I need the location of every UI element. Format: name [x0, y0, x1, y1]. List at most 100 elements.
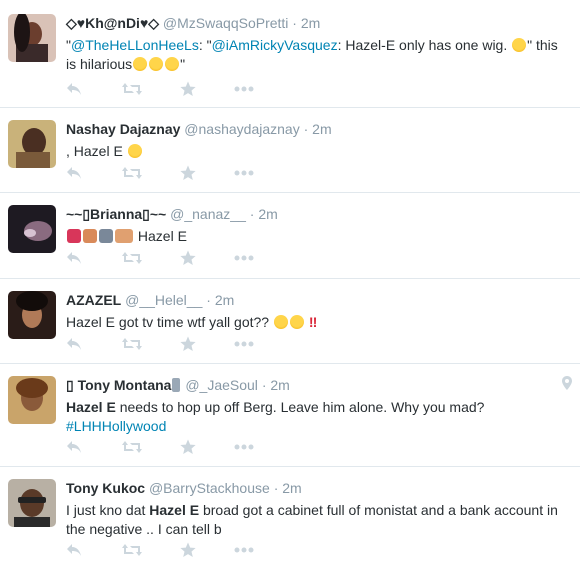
favorite-icon[interactable] [180, 335, 202, 353]
point-emoji-icon [115, 229, 133, 243]
face-emoji-icon [99, 229, 113, 243]
timestamp[interactable]: 2m [270, 377, 289, 393]
tweet[interactable]: ◇♥Kh@nDi♥◇ @MzSwaqqSoPretti · 2m " @TheHe… [0, 0, 580, 108]
avatar[interactable] [8, 479, 56, 527]
favorite-icon[interactable] [180, 541, 202, 559]
lips-emoji-icon [67, 229, 81, 243]
hashtag-link[interactable]: #LHHHollywood [66, 418, 166, 434]
separator: · [292, 15, 297, 31]
text-fragment: Hazel E got tv time wtf yall got?? [66, 314, 273, 330]
avatar[interactable] [8, 14, 56, 62]
more-icon[interactable] [234, 438, 256, 456]
avatar[interactable] [8, 376, 56, 424]
tweet[interactable]: Nashay Dajaznay @nashaydajaznay · 2m , H… [0, 108, 580, 193]
tweet-header: ~~▯Brianna▯~~ @_nanaz__ · 2m [66, 205, 570, 223]
display-name[interactable]: ▯ Tony Montana [66, 377, 171, 393]
text-fragment: I just kno dat [66, 502, 150, 518]
tweet[interactable]: AZAZEL @__Helel__ · 2m Hazel E got tv ti… [0, 279, 580, 364]
retweet-icon[interactable] [122, 541, 144, 559]
timestamp[interactable]: 2m [301, 15, 320, 31]
favorite-icon[interactable] [180, 249, 202, 267]
favorite-icon[interactable] [180, 80, 202, 98]
retweet-icon[interactable] [122, 335, 144, 353]
favorite-icon[interactable] [180, 164, 202, 182]
tweet-text: Hazel E got tv time wtf yall got?? ‼ [66, 313, 570, 332]
retweet-icon[interactable] [122, 164, 144, 182]
username[interactable]: @MzSwaqqSoPretti [163, 15, 288, 31]
timestamp[interactable]: 2m [282, 480, 301, 496]
grin-emoji-icon [127, 144, 142, 158]
reply-icon[interactable] [66, 438, 88, 456]
double-exclamation-icon: ‼ [308, 314, 318, 330]
tweet-text: , Hazel E [66, 142, 570, 161]
display-name[interactable]: AZAZEL [66, 292, 121, 308]
more-icon[interactable] [234, 249, 256, 267]
tweet[interactable]: ▯ Tony Montana @_JaeSoul · 2m Hazel E ne… [0, 364, 580, 467]
avatar[interactable] [8, 120, 56, 168]
smirk-emoji-icon [512, 38, 527, 52]
separator: · [249, 206, 255, 222]
avatar[interactable] [8, 205, 56, 253]
display-name[interactable]: Tony Kukoc [66, 480, 145, 496]
reply-icon[interactable] [66, 541, 88, 559]
reply-icon[interactable] [66, 80, 88, 98]
mention-link[interactable]: @TheHeLLonHeeLs [71, 37, 199, 53]
retweet-icon[interactable] [122, 438, 144, 456]
text-fragment: needs to hop up off Berg. Leave him alon… [115, 399, 485, 415]
tweet[interactable]: Tony Kukoc @BarryStackhouse · 2m I just … [0, 467, 580, 569]
tweet-text: I just kno dat Hazel E broad got a cabin… [66, 501, 570, 539]
reply-icon[interactable] [66, 164, 88, 182]
tweet-text: Hazel E [66, 227, 570, 246]
more-icon[interactable] [234, 541, 256, 559]
retweet-icon[interactable] [122, 249, 144, 267]
username[interactable]: @nashaydajaznay [184, 121, 299, 137]
text-fragment: Hazel E [137, 228, 187, 244]
reply-icon[interactable] [66, 335, 88, 353]
text-fragment: , Hazel E [66, 143, 127, 159]
username[interactable]: @BarryStackhouse [149, 480, 270, 496]
tweet[interactable]: ~~▯Brianna▯~~ @_nanaz__ · 2m Hazel E [0, 193, 580, 279]
display-name[interactable]: ◇♥Kh@nDi♥◇ [66, 15, 159, 31]
laugh-emoji-icon [289, 315, 304, 329]
laugh-emoji-icon [133, 57, 148, 71]
separator: · [206, 292, 211, 308]
display-name[interactable]: ~~▯Brianna▯~~ [66, 206, 166, 222]
more-icon[interactable] [234, 335, 256, 353]
reply-icon[interactable] [66, 249, 88, 267]
timeline: ◇♥Kh@nDi♥◇ @MzSwaqqSoPretti · 2m " @TheHe… [0, 0, 580, 569]
tweet-text: " @TheHeLLonHeeLs: "@iAmRickyVasquez: Haz… [66, 36, 570, 74]
separator: · [273, 480, 279, 496]
avatar[interactable] [8, 291, 56, 339]
display-name[interactable]: Nashay Dajaznay [66, 121, 180, 137]
timestamp[interactable]: 2m [215, 292, 234, 308]
laugh-emoji-icon [149, 57, 164, 71]
mention-link[interactable]: @iAmRickyVasquez [212, 37, 338, 53]
highlighted-term: Hazel E [66, 399, 116, 415]
timestamp[interactable]: 2m [258, 206, 277, 222]
separator: · [261, 377, 267, 393]
text-fragment: : Hazel-E only has one wig. [337, 37, 512, 53]
tweet-header: AZAZEL @__Helel__ · 2m [66, 291, 570, 309]
text-fragment: : " [198, 37, 212, 53]
laugh-emoji-icon [273, 315, 288, 329]
tweet-text: Hazel E needs to hop up off Berg. Leave … [66, 398, 570, 436]
tweet-header: ◇♥Kh@nDi♥◇ @MzSwaqqSoPretti · 2m [66, 14, 570, 32]
tweet-header: ▯ Tony Montana @_JaeSoul · 2m [66, 376, 570, 394]
tweet-header: Nashay Dajaznay @nashaydajaznay · 2m [66, 120, 570, 138]
location-pin-icon[interactable] [562, 376, 572, 395]
tweet-header: Tony Kukoc @BarryStackhouse · 2m [66, 479, 570, 497]
username[interactable]: @_nanaz__ [170, 206, 246, 222]
highlighted-term: Hazel E [149, 502, 200, 518]
more-icon[interactable] [234, 80, 256, 98]
separator: · [303, 121, 309, 137]
username[interactable]: @_JaeSoul [185, 377, 258, 393]
username[interactable]: @__Helel__ [125, 292, 202, 308]
retweet-icon[interactable] [122, 80, 144, 98]
text-fragment: " [180, 56, 186, 72]
favorite-icon[interactable] [180, 438, 202, 456]
emoji-icon [172, 378, 181, 392]
more-icon[interactable] [234, 164, 256, 182]
hand-emoji-icon [83, 229, 97, 243]
timestamp[interactable]: 2m [312, 121, 331, 137]
laugh-emoji-icon [165, 57, 180, 71]
